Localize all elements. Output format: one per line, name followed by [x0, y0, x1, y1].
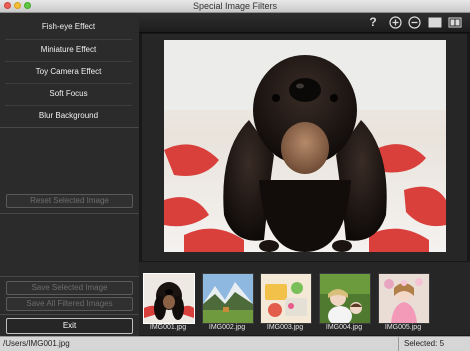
reset-selected-image-button[interactable]: Reset Selected Image — [6, 194, 133, 208]
window-title: Special Image Filters — [192, 1, 278, 11]
miniature-effect-button[interactable]: Miniature Effect — [5, 39, 132, 60]
selected-count-text: Selected: 5 — [404, 339, 445, 348]
full-screen-view-icon[interactable] — [428, 16, 442, 29]
thumbnail-label: IMG003.jpg — [266, 324, 304, 331]
status-divider — [398, 337, 399, 351]
blur-background-button[interactable]: Blur Background — [5, 105, 132, 126]
thumbnail-label: IMG004.jpg — [325, 324, 363, 331]
status-bar: /Users/IMG001.jpg Selected: 5 — [0, 336, 470, 351]
help-icon[interactable]: ? — [368, 16, 378, 29]
file-path-text: /Users/IMG001.jpg — [3, 339, 70, 348]
thumbnail-label: IMG005.jpg — [384, 324, 422, 331]
thumbnail-item[interactable] — [378, 273, 430, 324]
zoom-in-icon[interactable] — [388, 16, 402, 29]
sidebar-divider — [0, 276, 139, 277]
thumbnail-item[interactable] — [260, 273, 312, 324]
soft-focus-button[interactable]: Soft Focus — [5, 83, 132, 104]
image-preview-area — [142, 34, 467, 261]
sidebar-divider — [0, 314, 139, 315]
sidebar-divider — [0, 127, 139, 128]
thumbnail-item[interactable] — [202, 273, 254, 324]
thumbnail-strip: IMG001.jpg IMG002.jpg IMG003.jpg IMG004.… — [139, 262, 470, 335]
window-title-bar: Special Image Filters — [0, 0, 470, 13]
thumbnail-item[interactable] — [143, 273, 195, 324]
effects-sidebar: Fish-eye Effect Miniature Effect Toy Cam… — [0, 13, 139, 336]
zoom-out-icon[interactable] — [407, 16, 421, 29]
main-panel: ? IMG001.jpg IMG002.jpg IMG003.jpg IMG00… — [139, 13, 470, 336]
save-selected-image-button[interactable]: Save Selected Image — [6, 281, 133, 295]
preview-image[interactable] — [164, 40, 446, 252]
view-toolbar: ? — [139, 13, 470, 33]
exit-button[interactable]: Exit — [6, 318, 133, 334]
compare-view-icon[interactable] — [448, 16, 462, 29]
sidebar-divider — [0, 213, 139, 214]
thumbnail-item[interactable] — [319, 273, 371, 324]
save-all-filtered-images-button[interactable]: Save All Filtered Images — [6, 297, 133, 311]
toy-camera-effect-button[interactable]: Toy Camera Effect — [5, 61, 132, 82]
thumbnail-label: IMG001.jpg — [149, 324, 187, 331]
fish-eye-effect-button[interactable]: Fish-eye Effect — [5, 17, 132, 37]
thumbnail-label: IMG002.jpg — [208, 324, 246, 331]
